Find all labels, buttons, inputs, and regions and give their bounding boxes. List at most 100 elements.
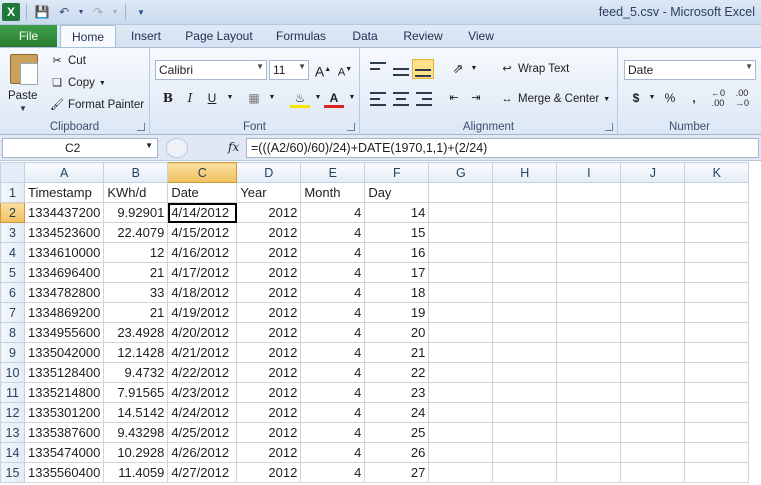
cell-j10[interactable] bbox=[620, 362, 686, 383]
cell-e13[interactable]: 4 bbox=[300, 422, 366, 443]
font-size-combo[interactable]: 11 ▼ bbox=[269, 60, 309, 80]
number-format-combo[interactable]: Date ▼ bbox=[624, 60, 756, 80]
cell-g13[interactable] bbox=[428, 422, 494, 443]
row-header[interactable]: 4 bbox=[0, 242, 25, 263]
cell-h8[interactable] bbox=[492, 322, 558, 343]
cell-d10[interactable]: 2012 bbox=[236, 362, 302, 383]
cell-a9[interactable]: 1335042000 bbox=[23, 342, 105, 363]
cell-f10[interactable]: 22 bbox=[364, 362, 430, 383]
customize-qat-icon[interactable]: ▼ bbox=[132, 3, 150, 21]
row-header[interactable]: 15 bbox=[0, 462, 25, 483]
cell-d3[interactable]: 2012 bbox=[236, 222, 302, 243]
bottom-align-icon[interactable] bbox=[412, 59, 434, 79]
cell-h2[interactable] bbox=[492, 202, 558, 223]
cell-h14[interactable] bbox=[492, 442, 558, 463]
row-header[interactable]: 6 bbox=[0, 282, 25, 303]
tab-review[interactable]: Review bbox=[396, 25, 450, 47]
cell-e10[interactable]: 4 bbox=[300, 362, 366, 383]
cell-b9[interactable]: 12.1428 bbox=[103, 342, 169, 363]
cell-b5[interactable]: 21 bbox=[103, 262, 169, 283]
cell-b15[interactable]: 11.4059 bbox=[103, 462, 169, 483]
cell-c6[interactable]: 4/18/2012 bbox=[167, 282, 238, 303]
cell-k14[interactable] bbox=[684, 442, 750, 463]
cell-e3[interactable]: 4 bbox=[300, 222, 366, 243]
underline-icon[interactable]: U bbox=[202, 88, 222, 108]
cell-c15[interactable]: 4/27/2012 bbox=[167, 462, 238, 483]
cell-f12[interactable]: 24 bbox=[364, 402, 430, 423]
row-header[interactable]: 12 bbox=[0, 402, 25, 423]
font-color-icon[interactable]: A bbox=[324, 88, 344, 108]
cell-d2[interactable]: 2012 bbox=[236, 202, 302, 223]
wrap-text-button[interactable]: ↩ Wrap Text bbox=[500, 62, 569, 76]
cell-c4[interactable]: 4/16/2012 bbox=[167, 242, 238, 263]
cell-b2[interactable]: 9.92901 bbox=[103, 202, 169, 223]
cell-g9[interactable] bbox=[428, 342, 494, 363]
cell-j14[interactable] bbox=[620, 442, 686, 463]
cell-d1[interactable]: Year bbox=[236, 182, 302, 203]
save-icon[interactable]: 💾 bbox=[33, 3, 51, 21]
cell-j4[interactable] bbox=[620, 242, 686, 263]
redo-icon[interactable]: ↷ bbox=[89, 3, 107, 21]
row-header[interactable]: 8 bbox=[0, 322, 25, 343]
borders-icon[interactable]: ▦ bbox=[244, 88, 264, 108]
cell-k11[interactable] bbox=[684, 382, 750, 403]
tab-page-layout[interactable]: Page Layout bbox=[178, 25, 260, 47]
cell-i6[interactable] bbox=[556, 282, 622, 303]
cell-e8[interactable]: 4 bbox=[300, 322, 366, 343]
align-left-icon[interactable] bbox=[370, 92, 386, 106]
cell-a4[interactable]: 1334610000 bbox=[23, 242, 105, 263]
cell-f15[interactable]: 27 bbox=[364, 462, 430, 483]
cell-f7[interactable]: 19 bbox=[364, 302, 430, 323]
cell-k7[interactable] bbox=[684, 302, 750, 323]
fill-color-icon[interactable]: ♨ bbox=[290, 88, 310, 108]
row-header[interactable]: 2 bbox=[0, 202, 25, 223]
merge-center-button[interactable]: ↔ Merge & Center ▼ bbox=[500, 92, 611, 106]
cell-e2[interactable]: 4 bbox=[300, 202, 366, 223]
cell-k9[interactable] bbox=[684, 342, 750, 363]
cell-j1[interactable] bbox=[620, 182, 686, 203]
cell-j9[interactable] bbox=[620, 342, 686, 363]
grow-font-icon[interactable]: A▲ bbox=[313, 60, 333, 80]
cell-h6[interactable] bbox=[492, 282, 558, 303]
cell-e1[interactable]: Month bbox=[300, 182, 366, 203]
cell-f4[interactable]: 16 bbox=[364, 242, 430, 263]
tab-formulas[interactable]: Formulas bbox=[268, 25, 334, 47]
cell-k13[interactable] bbox=[684, 422, 750, 443]
row-header[interactable]: 9 bbox=[0, 342, 25, 363]
cell-a14[interactable]: 1335474000 bbox=[23, 442, 105, 463]
cell-c2[interactable]: 4/14/2012 bbox=[167, 202, 238, 223]
align-right-icon[interactable] bbox=[416, 92, 432, 106]
cell-g14[interactable] bbox=[428, 442, 494, 463]
cell-c9[interactable]: 4/21/2012 bbox=[167, 342, 238, 363]
paste-button[interactable]: Paste bbox=[8, 90, 37, 102]
italic-icon[interactable]: I bbox=[180, 88, 200, 108]
formula-input[interactable]: =(((A2/60)/60)/24)+DATE(1970,1,1)+(2/24) bbox=[246, 138, 759, 158]
cell-i3[interactable] bbox=[556, 222, 622, 243]
cell-d7[interactable]: 2012 bbox=[236, 302, 302, 323]
cell-h12[interactable] bbox=[492, 402, 558, 423]
copy-button[interactable]: ❏ Copy ▼ bbox=[50, 76, 106, 90]
column-header-k[interactable]: K bbox=[684, 162, 750, 183]
merge-center-dropdown-icon[interactable]: ▼ bbox=[603, 96, 610, 103]
clipboard-launcher-icon[interactable] bbox=[137, 123, 145, 131]
column-header-f[interactable]: F bbox=[364, 162, 430, 183]
cell-i11[interactable] bbox=[556, 382, 622, 403]
currency-dropdown-icon[interactable]: ▼ bbox=[642, 88, 662, 108]
row-header[interactable]: 13 bbox=[0, 422, 25, 443]
cell-c12[interactable]: 4/24/2012 bbox=[167, 402, 238, 423]
cell-a1[interactable]: Timestamp bbox=[23, 182, 105, 203]
percent-icon[interactable]: % bbox=[660, 88, 680, 108]
cell-a13[interactable]: 1335387600 bbox=[23, 422, 105, 443]
orientation-dropdown-icon[interactable]: ▼ bbox=[464, 59, 484, 79]
column-header-h[interactable]: H bbox=[492, 162, 558, 183]
column-header-a[interactable]: A bbox=[23, 162, 105, 183]
cell-c10[interactable]: 4/22/2012 bbox=[167, 362, 238, 383]
tab-data[interactable]: Data bbox=[342, 25, 388, 47]
cell-k5[interactable] bbox=[684, 262, 750, 283]
cell-f2[interactable]: 14 bbox=[364, 202, 430, 223]
tab-insert[interactable]: Insert bbox=[120, 25, 172, 47]
cell-j6[interactable] bbox=[620, 282, 686, 303]
cell-i13[interactable] bbox=[556, 422, 622, 443]
cell-i7[interactable] bbox=[556, 302, 622, 323]
cell-g5[interactable] bbox=[428, 262, 494, 283]
